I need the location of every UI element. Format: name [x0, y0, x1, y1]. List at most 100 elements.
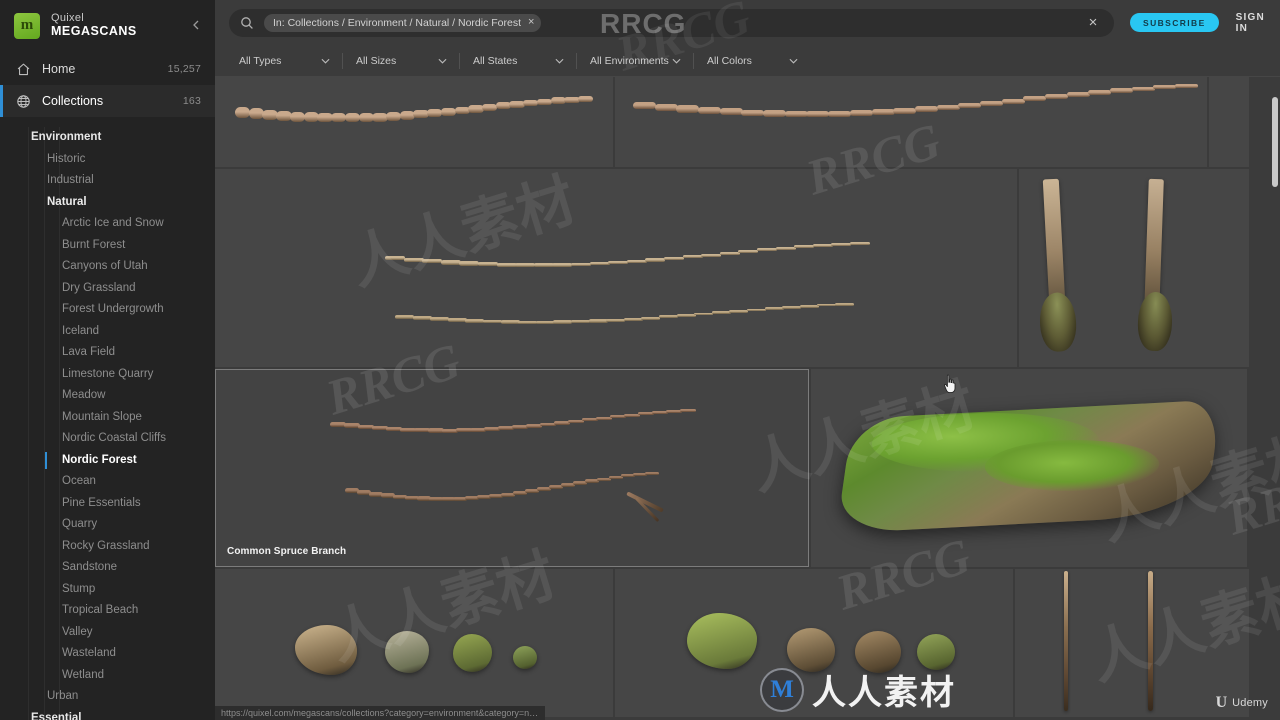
filter-label: All Colors [707, 55, 752, 67]
tree-item-quarry[interactable]: Quarry [0, 514, 215, 536]
filter-all-sizes[interactable]: All Sizes [342, 45, 459, 77]
search-scope-chip-label: In: Collections / Environment / Natural … [273, 16, 522, 29]
tree-item-meadow[interactable]: Meadow [0, 385, 215, 407]
asset-thumbnail-branch-thick [215, 77, 613, 167]
asset-card[interactable] [215, 569, 613, 717]
udemy-logo-icon: U [1215, 694, 1228, 711]
brand-line-1: Quixel [51, 12, 84, 25]
tree-item-wasteland[interactable]: Wasteland [0, 643, 215, 665]
sidebar-item-label: Home [42, 62, 76, 76]
sidebar-item-count: 163 [182, 95, 201, 107]
tree-item-lava-field[interactable]: Lava Field [0, 342, 215, 364]
tree-item-environment[interactable]: Environment [0, 127, 215, 149]
sidebar-item-collections[interactable]: Collections 163 [0, 85, 215, 117]
tree-item-canyons-of-utah[interactable]: Canyons of Utah [0, 256, 215, 278]
tree-item-ocean[interactable]: Ocean [0, 471, 215, 493]
tree-item-nordic-coastal-cliffs[interactable]: Nordic Coastal Cliffs [0, 428, 215, 450]
tree-item-forest-undergrowth[interactable]: Forest Undergrowth [0, 299, 215, 321]
chevron-down-icon [788, 56, 798, 66]
subscribe-button[interactable]: SUBSCRIBE [1130, 13, 1219, 32]
asset-card[interactable] [1209, 77, 1249, 167]
tree-item-urban[interactable]: Urban [0, 686, 215, 708]
app-window: m Quixel MEGASCANS Home 15,257 Collections… [0, 0, 1280, 720]
asset-grid-row: Common Spruce Branch [215, 369, 1280, 567]
watermark-center-brand: M 人人素材 [760, 665, 956, 714]
asset-card-selected[interactable]: Common Spruce Branch [215, 369, 809, 567]
asset-thumbnail-spruce-branches [215, 369, 809, 567]
asset-grid-row [215, 77, 1280, 167]
tree-item-tropical-beach[interactable]: Tropical Beach [0, 600, 215, 622]
brand-text: Quixel MEGASCANS [51, 13, 137, 38]
tree-item-sandstone[interactable]: Sandstone [0, 557, 215, 579]
asset-card[interactable] [615, 77, 1207, 167]
sidebar-item-label: Collections [42, 94, 104, 108]
tree-item-pine-essentials[interactable]: Pine Essentials [0, 493, 215, 515]
asset-thumbnail-two-sticks [215, 169, 1017, 367]
filter-bar: All Types All Sizes All States All Environm… [215, 45, 1280, 77]
asset-card[interactable] [215, 77, 613, 167]
asset-thumbnail-rocks-a [215, 569, 613, 717]
asset-thumbnail-thin-sticks [1015, 569, 1249, 717]
sidebar-item-count: 15,257 [167, 63, 201, 75]
asset-grid: Common Spruce Branch [215, 77, 1280, 720]
tree-item-industrial[interactable]: Industrial [0, 170, 215, 192]
sign-in-button[interactable]: SIGN IN [1236, 12, 1268, 34]
tree-item-wetland[interactable]: Wetland [0, 665, 215, 687]
chevron-left-icon[interactable] [189, 18, 203, 32]
tree-item-rocky-grassland[interactable]: Rocky Grassland [0, 536, 215, 558]
sidebar-category-tree: Environment Historic Industrial Natural Arct… [0, 127, 215, 720]
sidebar-primary-nav: Home 15,257 Collections 163 [0, 51, 215, 117]
asset-thumbnail-moss-patch [811, 369, 1247, 567]
asset-grid-row [215, 169, 1280, 367]
asset-title: Common Spruce Branch [227, 546, 347, 557]
home-icon [15, 61, 31, 77]
tree-item-historic[interactable]: Historic [0, 149, 215, 171]
tree-item-natural[interactable]: Natural [0, 192, 215, 214]
search-icon [239, 15, 255, 31]
sidebar-item-home[interactable]: Home 15,257 [0, 53, 215, 85]
udemy-watermark: U Udemy [1216, 694, 1268, 712]
asset-card[interactable] [215, 169, 1017, 367]
vertical-scrollbar[interactable] [1271, 77, 1280, 720]
filter-all-environments[interactable]: All Environments [576, 45, 693, 77]
quixel-logo-icon: m [14, 12, 40, 39]
asset-card[interactable] [1019, 169, 1249, 367]
tree-item-essential[interactable]: Essential [0, 708, 215, 720]
chevron-down-icon [554, 56, 564, 66]
asset-card[interactable] [1015, 569, 1249, 717]
search-bar[interactable]: In: Collections / Environment / Natural … [229, 8, 1114, 37]
filter-label: All Types [239, 55, 282, 67]
asset-grid-row [215, 569, 1280, 717]
close-icon[interactable]: × [528, 17, 534, 28]
tree-item-limestone-quarry[interactable]: Limestone Quarry [0, 364, 215, 386]
brand-line-2: MEGASCANS [51, 23, 137, 38]
tree-item-iceland[interactable]: Iceland [0, 321, 215, 343]
udemy-label: Udemy [1232, 697, 1268, 709]
tree-item-stump[interactable]: Stump [0, 579, 215, 601]
scrollbar-thumb[interactable] [1272, 97, 1278, 187]
filter-all-colors[interactable]: All Colors [693, 45, 810, 77]
sidebar: m Quixel MEGASCANS Home 15,257 Collections… [0, 0, 215, 720]
top-header-bar: In: Collections / Environment / Natural … [215, 0, 1280, 45]
filter-label: All Sizes [356, 55, 397, 67]
chevron-down-icon [437, 56, 447, 66]
filter-label: All Environments [590, 55, 669, 67]
chevron-down-icon [671, 56, 681, 66]
search-scope-chip[interactable]: In: Collections / Environment / Natural … [264, 13, 542, 32]
tree-item-nordic-forest[interactable]: Nordic Forest [0, 450, 215, 472]
tree-item-mountain-slope[interactable]: Mountain Slope [0, 407, 215, 429]
brand-header: m Quixel MEGASCANS [0, 0, 215, 51]
tree-item-burnt-forest[interactable]: Burnt Forest [0, 235, 215, 257]
globe-icon [15, 93, 31, 109]
main-content: In: Collections / Environment / Natural … [215, 0, 1280, 720]
clear-search-icon[interactable]: × [1084, 14, 1102, 32]
renren-mark: M [770, 676, 794, 703]
asset-card[interactable] [811, 369, 1247, 567]
tree-item-valley[interactable]: Valley [0, 622, 215, 644]
filter-all-types[interactable]: All Types [225, 45, 342, 77]
chevron-down-icon [320, 56, 330, 66]
tree-item-arctic-ice-and-snow[interactable]: Arctic Ice and Snow [0, 213, 215, 235]
status-bar-url: https://quixel.com/megascans/collections… [215, 706, 545, 720]
tree-item-dry-grassland[interactable]: Dry Grassland [0, 278, 215, 300]
filter-all-states[interactable]: All States [459, 45, 576, 77]
